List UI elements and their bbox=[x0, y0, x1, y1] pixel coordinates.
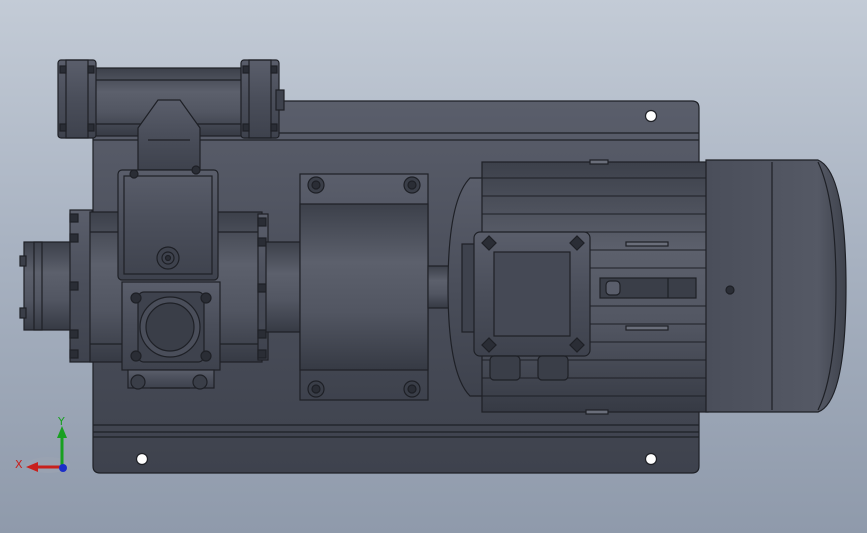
y-axis-label: Y bbox=[57, 415, 65, 428]
cable-gland bbox=[489, 355, 521, 381]
fan-cover bbox=[705, 159, 847, 413]
x-axis-label: X bbox=[15, 458, 23, 471]
cable-gland bbox=[537, 355, 569, 381]
graphics-viewport[interactable]: Y X bbox=[0, 0, 867, 533]
mount-hole bbox=[135, 452, 149, 466]
orientation-triad: Y X bbox=[15, 415, 70, 473]
mount-hole bbox=[644, 452, 658, 466]
mount-hole bbox=[644, 109, 658, 123]
